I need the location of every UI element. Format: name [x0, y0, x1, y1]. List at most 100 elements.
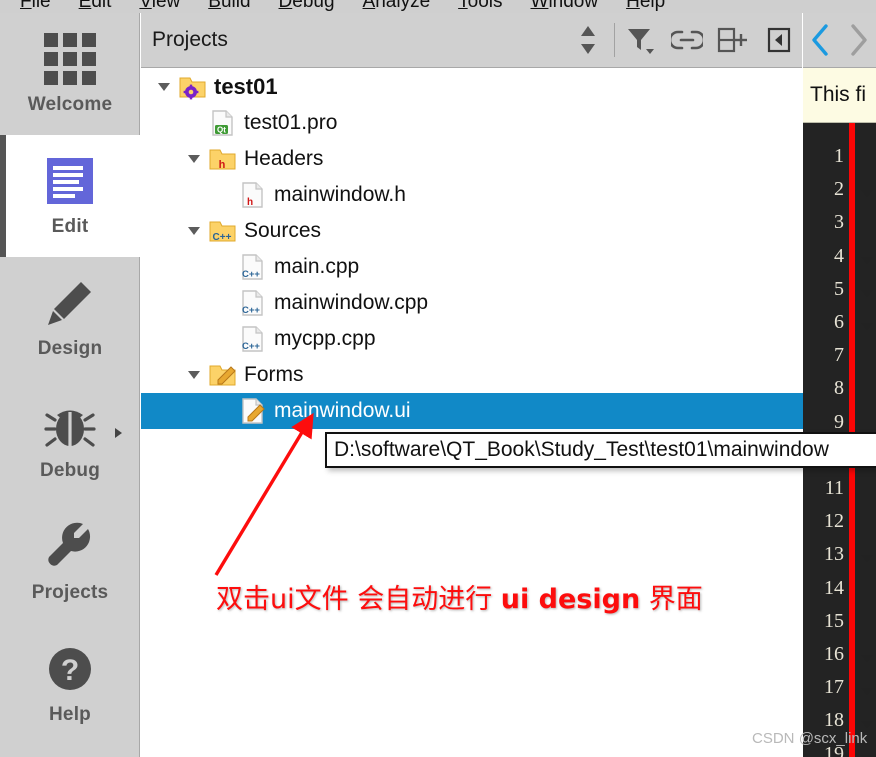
tree-row[interactable]: C++ mycpp.cpp — [141, 321, 803, 357]
file-h-icon: h — [239, 180, 267, 210]
tree-row-label: mainwindow.ui — [274, 399, 411, 422]
line-number: 15 — [824, 609, 844, 632]
line-number: 18 — [824, 709, 844, 732]
line-number: 12 — [824, 510, 844, 533]
tree-row[interactable]: h mainwindow.h — [141, 177, 803, 213]
document-lines-icon — [44, 155, 96, 207]
activity-item-debug[interactable]: Debug — [0, 379, 140, 501]
bug-icon — [44, 399, 96, 451]
tree-row[interactable]: test01 — [141, 69, 803, 105]
line-number: 16 — [824, 643, 844, 665]
svg-text:C++: C++ — [213, 232, 232, 243]
panel-toolbar — [565, 13, 802, 67]
activity-item-label: Projects — [31, 581, 109, 603]
fold-toggle-icon[interactable] — [855, 680, 875, 702]
line-number: 2 — [834, 178, 844, 201]
activity-item-design[interactable]: Design — [0, 257, 140, 379]
watermark-user: @scx_link — [798, 730, 868, 747]
folder-h-icon: h — [209, 144, 237, 174]
svg-text:C++: C++ — [242, 341, 260, 352]
twisty-expanded-icon[interactable] — [149, 83, 179, 91]
file-qt-icon: Qt — [209, 108, 237, 138]
svg-text:h: h — [219, 159, 226, 171]
question-circle-icon: ? — [44, 643, 96, 695]
toolbar-separator — [614, 23, 615, 57]
tree-row[interactable]: h Headers — [141, 141, 803, 177]
tree-row[interactable]: Forms — [141, 357, 803, 393]
twisty-expanded-icon[interactable] — [179, 371, 209, 379]
sort-updown-icon[interactable] — [565, 13, 611, 67]
line-number: 5 — [834, 277, 844, 300]
file-cpp-icon: C++ — [239, 324, 267, 354]
activity-item-label: Welcome — [27, 93, 113, 115]
annotation-note-en: ui design — [500, 584, 641, 615]
split-add-icon[interactable] — [710, 13, 756, 67]
twisty-expanded-icon[interactable] — [179, 155, 209, 163]
fold-toggle-icon[interactable] — [855, 182, 875, 204]
twisty-expanded-icon[interactable] — [179, 227, 209, 235]
file-cpp-icon: C++ — [239, 252, 267, 282]
watermark-site: CSDN — [752, 730, 795, 747]
menu-item-file[interactable]: File — [6, 0, 65, 13]
tree-row[interactable]: C++ main.cpp — [141, 249, 803, 285]
line-number: 14 — [824, 576, 844, 599]
line-number: 13 — [824, 543, 844, 566]
tree-row[interactable]: C++ Sources — [141, 213, 803, 249]
tree-row-label: mycpp.cpp — [274, 327, 376, 350]
tree-row[interactable]: C++ mainwindow.cpp — [141, 285, 803, 321]
annotation-note-cn2: 界面 — [640, 584, 703, 615]
editor-pane: This fi 1234567891011121314151617181920 — [803, 13, 876, 757]
tree-row-label: Forms — [244, 363, 304, 386]
activity-item-projects[interactable]: Projects — [0, 501, 140, 623]
menu-item-window[interactable]: Window — [517, 0, 613, 13]
folder-project-icon — [179, 72, 207, 102]
tree-row-label: test01 — [214, 74, 278, 99]
activity-item-welcome[interactable]: Welcome — [0, 13, 140, 135]
line-number: 9 — [834, 410, 844, 433]
fold-toggle-icon[interactable] — [855, 547, 875, 569]
tree-row-label: test01.pro — [244, 111, 338, 134]
collapse-sidebar-icon[interactable] — [756, 13, 802, 67]
line-number: 7 — [834, 344, 844, 367]
chevron-right-icon[interactable] — [115, 428, 122, 438]
svg-text:Qt: Qt — [217, 125, 226, 134]
fold-toggle-icon[interactable] — [855, 249, 875, 271]
tree-row-selected[interactable]: mainwindow.ui — [141, 393, 803, 429]
menu-item-edit[interactable]: Edit — [65, 0, 126, 13]
folder-cpp-icon: C++ — [209, 216, 237, 246]
line-number: 1 — [834, 145, 844, 167]
tree-row-label: mainwindow.cpp — [274, 291, 429, 314]
activity-bar: Welcome Edit Design Debug Projects? Help — [0, 13, 140, 757]
filter-funnel-icon[interactable] — [618, 13, 664, 67]
line-number: 8 — [834, 377, 844, 400]
projects-panel-header: Projects — [141, 13, 802, 68]
editor-info-bar[interactable]: This fi — [803, 68, 876, 123]
grid-icon — [44, 32, 96, 85]
tree-row-label: Sources — [244, 219, 322, 242]
project-tree[interactable]: test01 Qt test01.pro h Headers h mainwindow.h C… — [141, 69, 803, 757]
menu-item-tools[interactable]: Tools — [444, 0, 516, 13]
file-path-tooltip: D:\software\QT_Book\Study_Test\test01\ma… — [325, 432, 876, 468]
pencil-icon — [44, 277, 96, 329]
tree-row-label: main.cpp — [274, 255, 360, 278]
line-number: 6 — [834, 311, 844, 333]
menu-item-analyze[interactable]: Analyze — [349, 0, 445, 13]
menu-item-build[interactable]: Build — [194, 0, 264, 13]
fold-toggle-icon[interactable] — [855, 647, 875, 669]
link-sync-icon[interactable] — [664, 13, 710, 67]
menu-item-help[interactable]: Help — [612, 0, 679, 13]
annotation-note: 双击ui文件 会自动进行 ui design 界面 — [216, 577, 703, 616]
menu-item-view[interactable]: View — [125, 0, 194, 13]
folder-ui-icon — [209, 360, 237, 390]
tree-row[interactable]: Qt test01.pro — [141, 105, 803, 141]
tree-row-label: mainwindow.h — [274, 183, 406, 206]
fold-toggle-icon[interactable] — [855, 747, 875, 757]
activity-item-help[interactable]: ? Help — [0, 623, 140, 745]
activity-item-label: Help — [49, 703, 91, 725]
line-number: 4 — [834, 244, 844, 267]
menu-item-debug[interactable]: Debug — [265, 0, 349, 13]
fold-toggle-icon[interactable] — [855, 315, 875, 337]
qt-creator-window: File Edit View Build Debug Analyze Tools Window… — [0, 0, 876, 757]
fold-toggle-icon[interactable] — [855, 282, 875, 304]
activity-item-edit[interactable]: Edit — [0, 135, 140, 257]
